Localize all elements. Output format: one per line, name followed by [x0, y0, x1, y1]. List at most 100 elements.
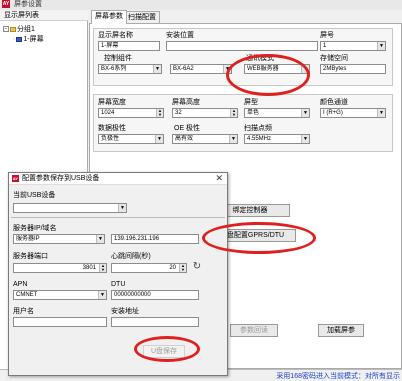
basic-settings-group: 显示屏名称 1-屏幕 安装位置 屏号 1 ▼ 控制组件 BX-6系列 ▼ BX-… — [93, 28, 393, 86]
model-value: BX-6A2 — [173, 66, 194, 72]
scan-freq-select[interactable]: 4.55MHz ▼ — [244, 134, 310, 144]
port-label: 服务器端口 — [13, 253, 48, 260]
apn-select[interactable]: CMNET ▼ — [13, 290, 107, 300]
username-label: 用户名 — [13, 308, 34, 315]
controller-series-select[interactable]: BX-6系列 ▼ — [98, 64, 162, 74]
type-value: 单色 — [247, 110, 260, 116]
tree-header: 显示屏列表 — [0, 10, 88, 21]
read-params-button[interactable]: 参数回读 — [230, 324, 278, 337]
data-polarity-value: 负极性 — [101, 136, 120, 142]
folder-icon — [10, 26, 16, 32]
color-select[interactable]: I (R+G) ▼ — [320, 108, 386, 118]
dtu-field[interactable]: 00000000000 — [111, 290, 199, 300]
name-label: 显示屏名称 — [98, 32, 133, 39]
chevron-down-icon: ▼ — [223, 65, 231, 73]
usb-save-dialog: AY 配置参数保存到USB设备 ✕ 当前USB设备 ▼ 服务器IP/域名 服务器… — [8, 172, 228, 376]
color-value: I (R+G) — [323, 110, 343, 116]
chevron-down-icon: ▼ — [377, 109, 385, 117]
scan-freq-value: 4.55MHz — [247, 136, 272, 142]
chevron-down-icon: ▼ — [377, 42, 385, 50]
data-polarity-label: 数据极性 — [98, 125, 126, 132]
apn-label: APN — [13, 281, 28, 288]
server-label: 服务器IP/域名 — [13, 225, 57, 232]
oe-polarity-label: OE 极性 — [174, 125, 201, 132]
location-label: 安装位置 — [166, 32, 194, 39]
stepper-arrows-icon[interactable]: ▲ ▼ — [156, 109, 163, 117]
comm-mode-select[interactable]: WEB服务器 ▼ — [244, 64, 310, 74]
storage-field[interactable]: 2MBytes — [320, 64, 386, 74]
width-label: 屏幕宽度 — [98, 99, 126, 106]
tree-group-label: 分组1 — [17, 26, 35, 33]
storage-label: 存储空间 — [320, 55, 348, 62]
comm-mode-label: 通讯模式 — [246, 55, 274, 62]
address-label: 安装地址 — [111, 308, 139, 315]
screen-no-select[interactable]: 1 ▼ — [320, 41, 386, 51]
screen-no-label: 屏号 — [320, 32, 334, 39]
chevron-down-icon: ▼ — [301, 65, 309, 73]
tab-screen-params[interactable]: 屏幕参数 — [91, 10, 127, 24]
screen-name-field[interactable]: 1-屏幕 — [98, 41, 160, 51]
dialog-title: 配置参数保存到USB设备 — [22, 175, 100, 182]
screen-no-value: 1 — [323, 43, 327, 49]
usb-device-select[interactable]: ▼ — [13, 203, 127, 213]
width-value: 1024 — [101, 110, 115, 116]
address-field[interactable] — [111, 317, 199, 327]
usb-device-label: 当前USB设备 — [13, 192, 56, 199]
height-label: 屏幕高度 — [172, 99, 200, 106]
window-titlebar: AY 屏参设置 — [0, 0, 402, 10]
dialog-titlebar: AY 配置参数保存到USB设备 ✕ — [9, 173, 227, 185]
height-stepper[interactable]: 32 ▲ ▼ — [172, 108, 238, 118]
controller-label: 控制组件 — [104, 55, 132, 62]
tree-line: · — [13, 36, 16, 43]
data-polarity-select[interactable]: 负极性 ▼ — [98, 134, 164, 144]
scan-freq-label: 扫描点频 — [244, 125, 272, 132]
screen-geometry-group: 屏幕宽度 1024 ▲ ▼ 屏幕高度 32 ▲ ▼ 屏型 单色 ▼ 颜色通道 I (… — [93, 94, 393, 152]
port-stepper[interactable]: 3801 ▲ ▼ — [13, 263, 107, 273]
heartbeat-stepper[interactable]: 20 ▲ ▼ — [111, 263, 187, 273]
heartbeat-label: 心跳间隔(秒) — [111, 253, 151, 260]
width-stepper[interactable]: 1024 ▲ ▼ — [98, 108, 164, 118]
apn-value: CMNET — [16, 292, 38, 298]
screen-icon — [16, 36, 23, 42]
chevron-down-icon: ▼ — [96, 235, 104, 243]
color-label: 颜色通道 — [320, 99, 348, 106]
tab-scan-config[interactable]: 扫描配置 — [124, 11, 160, 23]
server-ip-field[interactable]: 139.196.231.196 — [111, 234, 199, 244]
collapse-icon[interactable]: − — [3, 26, 9, 33]
chevron-down-icon: ▼ — [229, 135, 237, 143]
stepper-arrows-icon[interactable]: ▲ ▼ — [99, 264, 106, 272]
oe-polarity-select[interactable]: 高有效 ▼ — [172, 134, 238, 144]
tree-group-item[interactable]: − 分组1 — [3, 25, 35, 34]
status-text: 采用168密码进入当前模式：对所有显示 — [276, 373, 400, 380]
chevron-down-icon: ▼ — [98, 291, 106, 299]
load-params-button[interactable]: 加载屏参 — [318, 324, 364, 337]
chevron-down-icon: ▼ — [155, 135, 163, 143]
dtu-label: DTU — [111, 281, 126, 288]
username-field[interactable] — [13, 317, 107, 327]
chevron-down-icon: ▼ — [118, 204, 126, 212]
usb-save-button[interactable]: U盘保存 — [143, 345, 185, 358]
height-value: 32 — [175, 110, 182, 116]
oe-polarity-value: 高有效 — [175, 136, 194, 142]
controller-model-select[interactable]: BX-6A2 ▼ — [170, 64, 232, 74]
screen-type-select[interactable]: 单色 ▼ — [244, 108, 310, 118]
window-title: 屏参设置 — [14, 1, 42, 8]
comm-mode-value: WEB服务器 — [247, 66, 279, 72]
heartbeat-value: 20 — [169, 265, 176, 271]
refresh-icon[interactable]: ↻ — [191, 261, 203, 273]
stepper-arrows-icon[interactable]: ▲ ▼ — [179, 264, 186, 272]
server-type-select[interactable]: 服务器IP ▼ — [13, 234, 105, 244]
app-logo: AY — [2, 0, 10, 8]
close-icon[interactable]: ✕ — [215, 173, 223, 184]
port-value: 3801 — [82, 265, 96, 271]
tree-screen-item[interactable]: · 1-屏幕 — [13, 35, 44, 44]
chevron-down-icon: ▼ — [153, 65, 161, 73]
location-field[interactable] — [166, 41, 318, 51]
chevron-down-icon: ▼ — [301, 135, 309, 143]
dialog-logo: AY — [12, 175, 19, 182]
chevron-down-icon: ▼ — [301, 109, 309, 117]
stepper-arrows-icon[interactable]: ▲ ▼ — [230, 109, 237, 117]
series-value: BX-6系列 — [101, 66, 127, 72]
type-label: 屏型 — [244, 99, 258, 106]
dialog-divider — [11, 217, 225, 218]
